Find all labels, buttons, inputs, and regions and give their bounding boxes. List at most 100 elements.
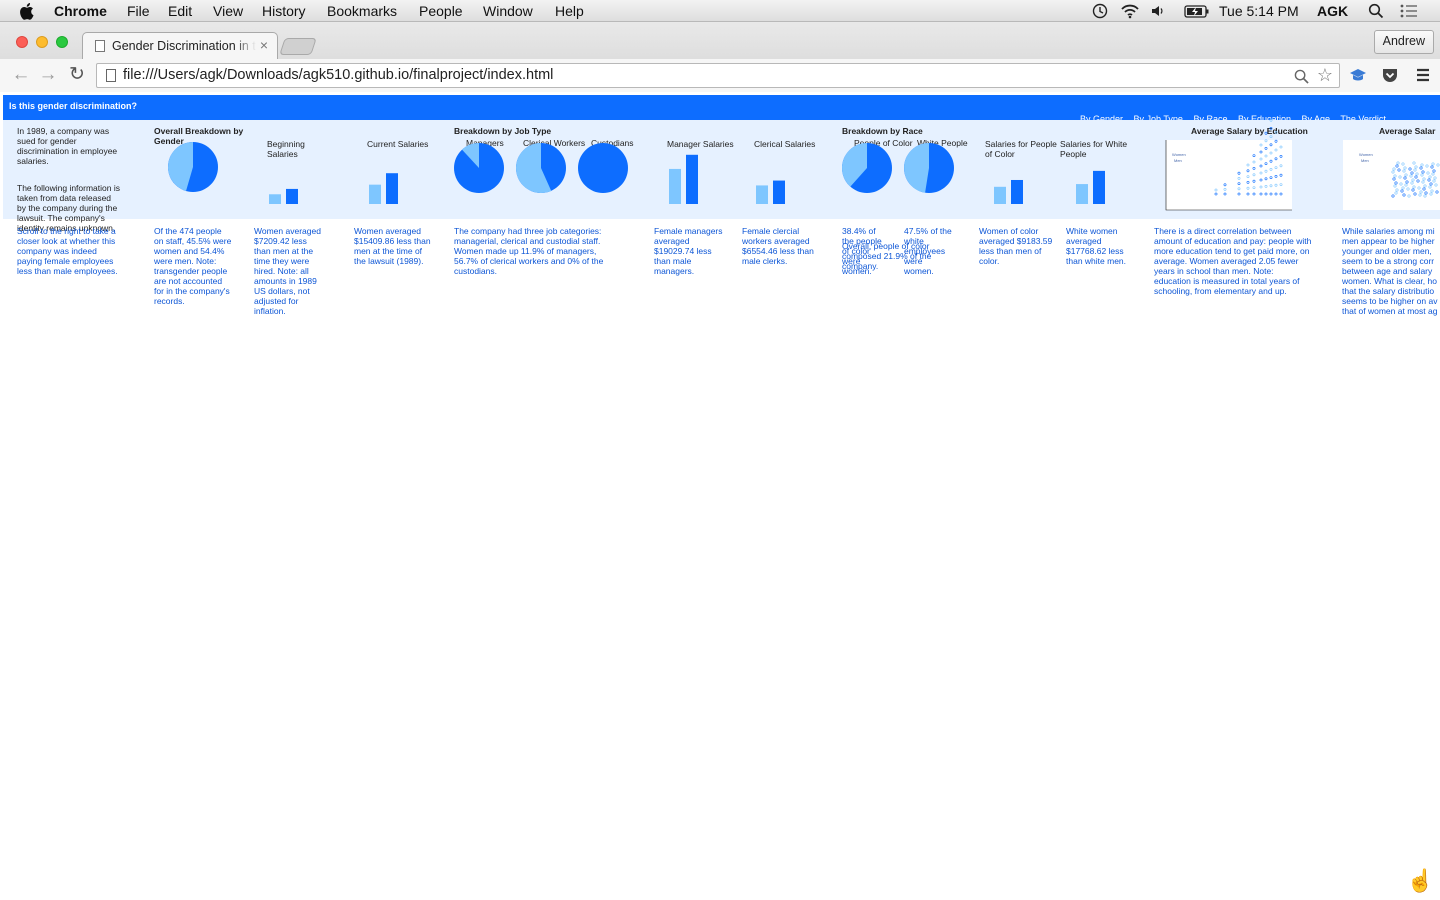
education-plot-frame [1166,140,1292,210]
address-bar[interactable]: file:///Users/agk/Downloads/agk510.githu… [96,63,1340,88]
profile-button[interactable]: Andrew [1373,30,1434,54]
manager_salaries-bar-women [669,168,681,204]
clerical-salaries-bar-chart [756,180,785,204]
beginning-salaries-bar-chart [269,188,298,204]
section-title-job-type: Breakdown by Job Type [454,126,552,136]
chart-label-salaries-white-people: Salaries for White People [1060,139,1128,159]
tab-title: Gender Discrimination in the [112,39,256,53]
white_salaries-bar-women [1076,184,1088,204]
caption-gender: Of the 474 people on staff, 45.5% were w… [154,226,232,306]
chart-title-avg-salary-education: Average Salary by Education [1191,126,1308,136]
white-pie-women-slice [904,143,929,193]
menu-user[interactable]: AGK [1317,3,1348,19]
zoom-icon[interactable] [1294,69,1309,84]
browser-frame: Gender Discrimination in the × Andrew ← … [0,22,1440,92]
menu-app-chrome[interactable]: Chrome [54,3,107,19]
education-legend-women: Women [1172,152,1186,157]
age-scatter-plot: Women Men [1343,140,1440,210]
web-page: Is this gender discrimination? By Gender… [3,92,1440,900]
chrome-menu-icon[interactable] [1414,66,1432,84]
beginning-bar-men [286,188,298,204]
beginning-bar-women [269,194,281,204]
forward-arrow-icon[interactable]: → [37,64,59,86]
browser-tab[interactable]: Gender Discrimination in the × [82,32,278,59]
menu-people[interactable]: People [419,3,463,19]
chart-label-clerical-salaries: Clerical Salaries [754,139,816,149]
close-tab-icon[interactable]: × [260,37,268,53]
minimize-window-button[interactable] [36,36,48,48]
education-legend-men: Men [1174,158,1182,163]
caption-education: There is a direct correlation between am… [1154,226,1312,296]
wifi-icon[interactable] [1120,3,1140,19]
poc-salaries-bar-chart [994,179,1023,204]
battery-icon[interactable] [1184,3,1210,19]
notification-center-icon[interactable] [1399,3,1419,19]
white-people-pie-chart [904,143,954,193]
current-bar-men [386,173,398,204]
clerical_salaries-bar-women [756,185,768,204]
current-bar-women [369,184,381,204]
managers-pie-chart [454,143,504,193]
menu-history[interactable]: History [262,3,306,19]
clerical_salaries-bar-men [773,180,785,204]
chart-label-current-salaries: Current Salaries [367,139,429,149]
reload-icon[interactable]: ↻ [66,64,88,86]
url-text[interactable]: file:///Users/agk/Downloads/agk510.githu… [123,67,553,83]
current-salaries-bar-chart [369,173,398,204]
site-header: Is this gender discrimination? By Gender… [3,95,1440,124]
close-window-button[interactable] [16,36,28,48]
poc_salaries-bar-men [1011,179,1023,204]
education-scatter-plot: Women Men [1165,118,1292,211]
time-machine-icon[interactable] [1091,3,1109,19]
bookmark-star-icon[interactable]: ☆ [1317,65,1333,86]
spotlight-search-icon[interactable] [1368,3,1384,19]
education-scatter-point [1269,135,1273,139]
caption-white-people: 47.5% of the white employees were women. [904,226,952,276]
macos-menu-bar: Chrome File Edit View History Bookmarks … [0,0,1440,22]
manager_salaries-bar-men [686,154,698,204]
zoom-window-button[interactable] [56,36,68,48]
page-icon [106,69,116,82]
age-legend-men: Men [1361,158,1369,163]
chart-title-avg-salary-age: Average Salar [1379,126,1436,136]
custodians-pie-men-slice [578,143,628,193]
section-title-race: Breakdown by Race [842,126,923,136]
manager-salaries-bar-chart [669,154,698,204]
new-tab-button[interactable] [279,38,317,55]
menu-window[interactable]: Window [483,3,533,19]
people-of-color-pie-chart [842,143,892,193]
menu-edit[interactable]: Edit [168,3,192,19]
caption-poc-salaries: Women of color averaged $9183.59 less th… [979,226,1053,266]
back-arrow-icon[interactable]: ← [10,64,32,86]
poc_salaries-bar-women [994,186,1006,204]
age-legend-women: Women [1359,152,1373,157]
menu-clock[interactable]: Tue 5:14 PM [1219,3,1299,19]
volume-icon[interactable] [1150,3,1166,19]
browser-toolbar: ← → ↻ file:///Users/agk/Downloads/agk510… [0,59,1440,92]
document-icon [95,40,105,52]
age-plot-frame [1343,140,1440,210]
extension-graduation-cap-icon[interactable] [1349,66,1367,84]
caption-current-salaries: Women averaged $15409.86 less than men a… [354,226,431,266]
caption-manager-salaries: Female managers averaged $19029.74 less … [654,226,723,276]
white-salaries-bar-chart [1076,170,1105,204]
pocket-extension-icon[interactable] [1381,66,1399,84]
gender-pie-chart [168,142,218,192]
menu-bookmarks[interactable]: Bookmarks [327,3,397,19]
white_salaries-bar-men [1093,170,1105,204]
caption-beginning-salaries: Women averaged $7209.42 less than men at… [254,226,321,316]
menu-help[interactable]: Help [555,3,584,19]
caption-age: While salaries among mi men appear to be… [1342,226,1440,316]
clerical-pie-chart [516,143,566,193]
mouse-cursor-icon: ☝ [1406,868,1434,893]
menu-view[interactable]: View [213,3,243,19]
caption-job-type: The company had three job categories: ma… [454,226,604,276]
chart-label-beginning-salaries: Beginning Salaries [267,139,305,159]
site-title: Is this gender discrimination? [9,101,138,111]
custodians-pie-chart [578,143,628,193]
menu-file[interactable]: File [127,3,150,19]
intro-paragraph-3: Scroll to the right to take a closer loo… [17,226,118,276]
apple-menu-icon[interactable] [20,2,36,20]
intro-paragraph-1: In 1989, a company was sued for gender d… [17,126,118,166]
caption-clerical-salaries: Female clercial workers averaged $6554.4… [742,226,814,266]
